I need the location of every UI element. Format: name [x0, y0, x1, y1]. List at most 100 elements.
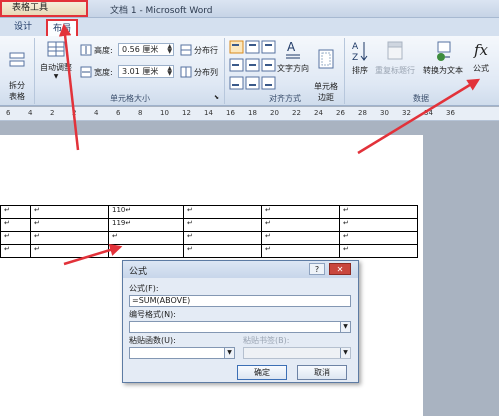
table-cell[interactable]: ↵	[183, 244, 262, 258]
table-cell[interactable]: ↵	[0, 205, 31, 219]
table-cell[interactable]: ↵	[339, 244, 418, 258]
ruler-number: 20	[270, 109, 279, 117]
ruler-number: 10	[160, 109, 169, 117]
formula-input[interactable]: =SUM(ABOVE)	[129, 295, 351, 307]
formula-field-label: 公式(F):	[129, 284, 159, 293]
document-table[interactable]: ↵ ↵ 110↵ ↵ ↵ ↵ ↵ ↵ 119↵ ↵ ↵ ↵ ↵ ↵ ↵ ↵ ↵ ↵ ↵ ↵ ↵ ↵ ↵ ↵	[0, 205, 418, 258]
split-table-button[interactable]: 拆分 表格	[4, 42, 30, 102]
table-row[interactable]: ↵ ↵ 110↵ ↵ ↵ ↵	[0, 205, 418, 219]
table-cell[interactable]: ↵	[183, 231, 262, 245]
table-cell[interactable]: ↵	[183, 205, 262, 219]
autofit-button[interactable]: 自动调整 ▼	[38, 40, 74, 80]
table-cell[interactable]: ↵	[261, 231, 340, 245]
window-title: 文档 1 - Microsoft Word	[110, 6, 213, 16]
formula-label: 公式	[473, 64, 489, 73]
table-cell[interactable]: ↵	[183, 218, 262, 232]
svg-text:A: A	[352, 42, 359, 52]
dialog-title-bar[interactable]: 公式 ? ✕	[123, 261, 358, 278]
alignment-grid[interactable]	[229, 40, 277, 90]
table-tools-context-label: 表格工具	[0, 0, 88, 17]
distribute-columns-button[interactable]: 分布列	[194, 67, 218, 78]
convert-to-text-button[interactable]: 转换为文本	[420, 39, 466, 76]
spinner-arrows-icon[interactable]: ▲ ▼	[167, 44, 172, 55]
table-cell[interactable]: ↵	[30, 218, 109, 232]
table-cell[interactable]: ↵	[261, 218, 340, 232]
paste-bookmark-combo[interactable]: ▼	[243, 347, 351, 359]
ruler-number: 32	[402, 109, 411, 117]
table-cell[interactable]: ↵	[339, 218, 418, 232]
convert-to-text-icon	[437, 41, 451, 61]
table-cell[interactable]: ↵	[30, 231, 109, 245]
split-table-icon	[9, 52, 25, 67]
ruler-number: 4	[28, 109, 33, 117]
table-row[interactable]: ↵ ↵ 119↵ ↵ ↵ ↵	[0, 218, 418, 232]
table-row[interactable]: ↵ ↵ ↵ ↵ ↵ ↵	[0, 244, 418, 258]
table-cell[interactable]: ↵	[30, 244, 109, 258]
tab-design[interactable]: 设计	[6, 19, 40, 36]
ruler-number: 2	[50, 109, 55, 117]
sort-label: 排序	[352, 66, 368, 75]
sort-button[interactable]: A Z 排序	[348, 39, 372, 76]
ribbon-separator	[344, 38, 345, 104]
table-cell[interactable]: ↵	[261, 244, 340, 258]
split-table-label: 拆分 表格	[9, 81, 25, 101]
paste-function-label: 粘贴函数(U):	[129, 336, 176, 345]
width-spinner[interactable]: 3.01 厘米 ▲ ▼	[118, 65, 174, 78]
table-cell[interactable]: ↵	[108, 231, 184, 245]
ruler-number: 6	[6, 109, 11, 117]
cell-margins-icon	[318, 49, 334, 69]
ruler-number: 26	[336, 109, 345, 117]
ribbon-separator	[34, 38, 35, 104]
height-value: 0.56 厘米	[122, 45, 159, 54]
spinner-arrows-icon[interactable]: ▲ ▼	[167, 66, 172, 77]
table-cell[interactable]: ↵	[0, 231, 31, 245]
ruler-number: 12	[182, 109, 191, 117]
chevron-down-icon[interactable]: ▼	[340, 322, 350, 332]
cell-size-group-label: 单元格大小	[110, 94, 150, 103]
dialog-launcher-icon[interactable]: ⬊	[214, 94, 219, 101]
ruler-number: 16	[226, 109, 235, 117]
table-cell[interactable]: ↵	[108, 244, 184, 258]
autofit-label: 自动调整	[40, 63, 72, 72]
table-cell[interactable]: 110↵	[108, 205, 184, 219]
number-format-combo[interactable]: ▼	[129, 321, 351, 333]
formula-fx-icon: fx	[473, 41, 488, 59]
ribbon-tab-row: 设计 布局	[0, 18, 499, 36]
tab-layout[interactable]: 布局	[46, 19, 78, 36]
table-cell[interactable]: ↵	[0, 244, 31, 258]
chevron-down-icon: ▼	[53, 73, 59, 80]
table-cell[interactable]: 119↵	[108, 218, 184, 232]
table-row[interactable]: ↵ ↵ ↵ ↵ ↵ ↵	[0, 231, 418, 245]
close-button[interactable]: ✕	[329, 263, 351, 275]
paste-function-combo[interactable]: ▼	[129, 347, 235, 359]
svg-text:A: A	[287, 40, 296, 54]
cancel-button[interactable]: 取消	[297, 365, 347, 380]
table-cell[interactable]: ↵	[339, 205, 418, 219]
ruler-number: 6	[116, 109, 121, 117]
chevron-down-icon[interactable]: ▼	[224, 348, 234, 358]
column-width-icon	[80, 66, 92, 78]
repeat-header-button[interactable]: 重复标题行	[372, 39, 418, 76]
chevron-down-icon[interactable]: ▼	[340, 348, 350, 358]
ruler-number: 24	[314, 109, 323, 117]
svg-text:Z: Z	[352, 53, 358, 63]
ruler-number: 28	[358, 109, 367, 117]
formula-button[interactable]: fx 公式	[468, 39, 494, 74]
width-label: 宽度:	[94, 68, 113, 77]
text-direction-button[interactable]: A 文字方向	[276, 39, 310, 74]
title-bar: 表格工具 文档 1 - Microsoft Word	[0, 0, 499, 18]
ruler-number: 22	[292, 109, 301, 117]
sort-az-icon: A Z	[352, 42, 368, 63]
horizontal-ruler[interactable]: 6 4 2 2 4 6 8 10 12 14 16 18 20 22 24 26 28 30 32 34 36	[0, 107, 499, 121]
table-cell[interactable]: ↵	[261, 205, 340, 219]
ok-button[interactable]: 确定	[237, 365, 287, 380]
table-cell[interactable]: ↵	[0, 218, 31, 232]
height-spinner[interactable]: 0.56 厘米 ▲ ▼	[118, 43, 174, 56]
width-value: 3.01 厘米	[122, 67, 159, 76]
help-button[interactable]: ?	[309, 263, 325, 275]
table-cell[interactable]: ↵	[339, 231, 418, 245]
table-cell[interactable]: ↵	[30, 205, 109, 219]
number-format-label: 编号格式(N):	[129, 310, 176, 319]
distribute-rows-button[interactable]: 分布行	[194, 45, 218, 56]
ruler-number: 34	[424, 109, 433, 117]
